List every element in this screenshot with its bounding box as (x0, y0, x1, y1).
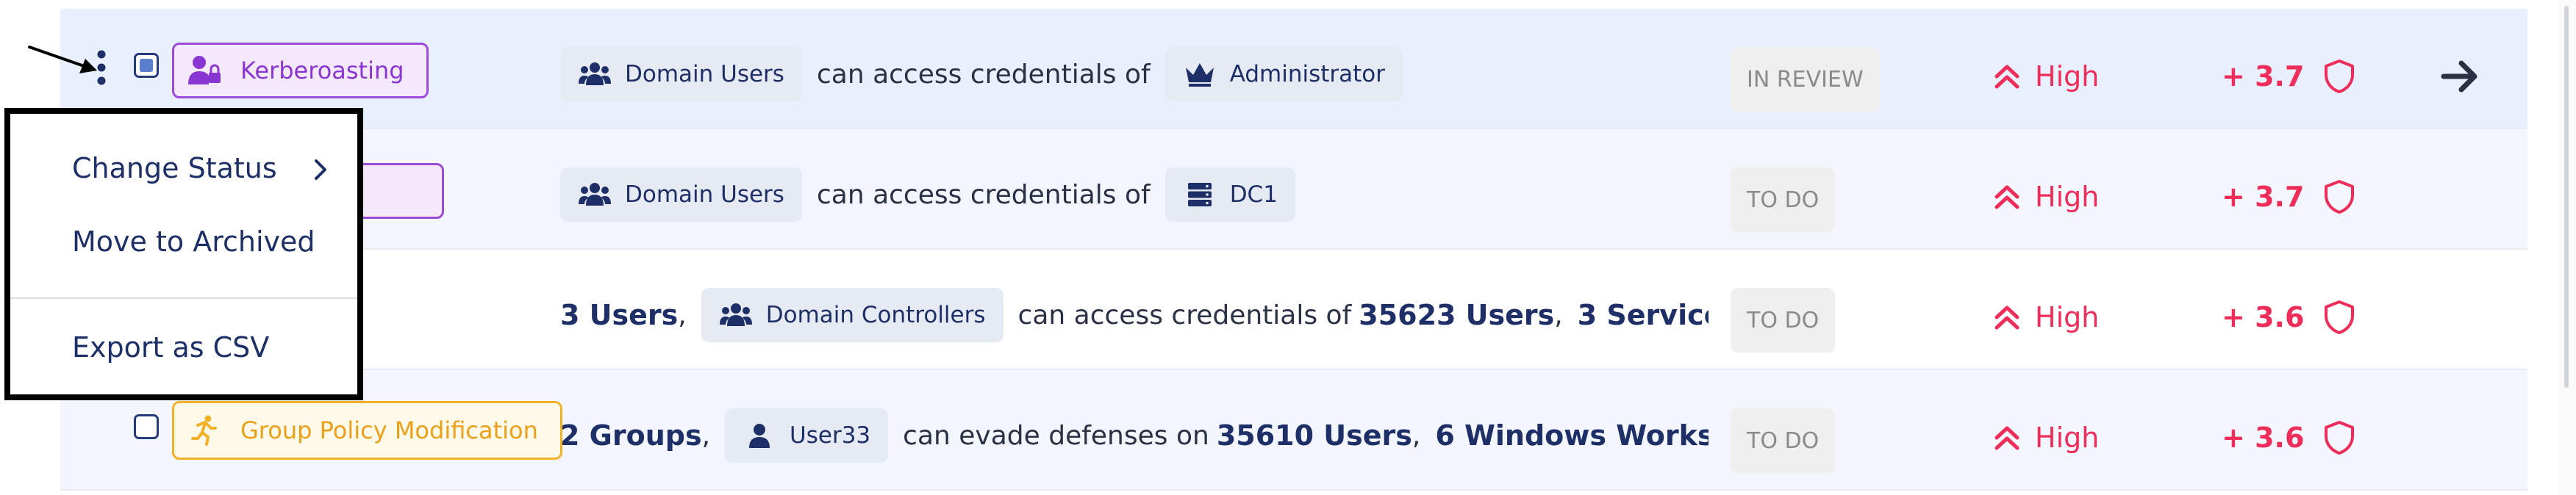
severity: High (1992, 54, 2099, 98)
source-chip-label: Domain Controllers (765, 302, 986, 328)
vertical-scrollbar[interactable] (2558, 0, 2576, 495)
double-chevron-up-icon (1994, 306, 2019, 330)
source-chip[interactable]: Domain Users (560, 167, 802, 222)
source-chip[interactable]: Domain Controllers (701, 288, 1003, 342)
user-icon (743, 421, 776, 450)
attack-type-label: Kerberoasting (240, 57, 404, 84)
severity-label: High (2035, 60, 2100, 93)
source-chip-label: Domain Users (625, 181, 784, 208)
target-count[interactable]: 35610 Users (1217, 419, 1412, 452)
verb-text: can access credentials of (1017, 300, 1352, 330)
separator: , (701, 420, 711, 451)
status-badge[interactable]: IN REVIEW (1731, 47, 1880, 112)
severity-label: High (2035, 422, 2100, 454)
source-chip-label: Domain Users (625, 61, 784, 87)
row-context-menu: Change Status Move to Archived Export as… (4, 108, 363, 400)
target-chip[interactable]: Administrator (1164, 47, 1403, 101)
table-row[interactable]: 3 Users , Domain Controllers can access … (60, 250, 2527, 370)
target-chip[interactable]: DC1 (1164, 167, 1295, 222)
status-badge[interactable]: TO DO (1731, 167, 1836, 232)
double-chevron-up-icon (1994, 426, 2019, 450)
verb-text: can access credentials of (816, 179, 1151, 210)
table-row[interactable]: Group Policy Modification 2 Groups , Use… (60, 370, 2527, 491)
arrow-right-icon[interactable] (2438, 54, 2482, 98)
source-count[interactable]: 2 Groups (560, 419, 702, 452)
server-icon (1183, 180, 1217, 209)
severity: High (1992, 416, 2099, 460)
separator: , (678, 300, 687, 330)
target-count[interactable]: 35623 Users (1359, 299, 1554, 331)
menu-item-export-csv[interactable]: Export as CSV (72, 331, 269, 364)
separator: , (1554, 300, 1563, 330)
crown-icon (1183, 59, 1217, 89)
risk-score: + 3.6 (2222, 295, 2355, 339)
double-chevron-up-icon (1994, 185, 2019, 209)
row-checkbox[interactable] (134, 53, 159, 78)
finding-description: 2 Groups , User33 can evade defenses on … (560, 408, 1709, 463)
risk-score: + 3.7 (2222, 54, 2355, 98)
source-chip[interactable]: Domain Users (560, 47, 802, 101)
status-badge[interactable]: TO DO (1731, 408, 1836, 473)
risk-score-value: + 3.7 (2222, 60, 2305, 93)
severity-label: High (2035, 181, 2100, 213)
target-chip-label: DC1 (1229, 181, 1278, 208)
scrollbar-thumb[interactable] (2564, 6, 2569, 388)
menu-divider (10, 297, 357, 299)
running-person-icon (187, 414, 223, 447)
shield-icon (2325, 300, 2355, 334)
findings-table: Kerberoasting Domain Users can access cr… (60, 0, 2527, 495)
table-row[interactable]: Kerberoasting Domain Users can access cr… (60, 9, 2527, 129)
severity: High (1992, 175, 2099, 219)
target-count[interactable]: 6 Windows Workstc (1435, 419, 1709, 452)
source-chip-label: User33 (790, 422, 871, 449)
status-badge[interactable]: TO DO (1731, 288, 1836, 353)
target-count[interactable]: 3 Service A (1578, 299, 1709, 331)
risk-score-value: + 3.6 (2222, 422, 2305, 454)
users-group-icon (578, 180, 612, 209)
menu-item-change-status[interactable]: Change Status (72, 152, 277, 184)
user-lock-icon (187, 54, 223, 87)
attack-type-label: Group Policy Modification (240, 416, 538, 444)
source-chip[interactable]: User33 (725, 408, 889, 463)
double-chevron-up-icon (1994, 65, 2019, 89)
severity-label: High (2035, 301, 2100, 333)
finding-description: Domain Users can access credentials of D… (560, 167, 1707, 222)
pointer-arrow-icon (28, 46, 97, 73)
finding-description: 3 Users , Domain Controllers can access … (560, 288, 1709, 342)
shield-icon (2325, 180, 2355, 214)
attack-type-badge[interactable]: Kerberoasting (172, 43, 429, 98)
verb-text: can access credentials of (816, 59, 1151, 90)
shield-icon (2325, 421, 2355, 455)
menu-item-move-to-archived[interactable]: Move to Archived (72, 225, 315, 258)
verb-text: can evade defenses on (903, 420, 1209, 451)
target-chip-label: Administrator (1229, 61, 1386, 87)
shield-icon (2325, 59, 2355, 93)
source-count[interactable]: 3 Users (560, 299, 678, 331)
attack-type-badge[interactable]: Group Policy Modification (172, 401, 562, 460)
risk-score: + 3.6 (2222, 416, 2355, 460)
finding-description: Domain Users can access credentials of A… (560, 47, 1707, 101)
users-group-icon (578, 59, 612, 89)
row-checkbox[interactable] (134, 414, 159, 439)
risk-score-value: + 3.7 (2222, 181, 2305, 213)
users-group-icon (719, 300, 753, 330)
chevron-right-icon[interactable] (310, 156, 331, 183)
severity: High (1992, 295, 2099, 339)
risk-score-value: + 3.6 (2222, 301, 2305, 333)
table-row[interactable]: Domain Users can access credentials of D… (60, 129, 2527, 250)
separator: , (1412, 420, 1421, 451)
risk-score: + 3.7 (2222, 175, 2355, 219)
